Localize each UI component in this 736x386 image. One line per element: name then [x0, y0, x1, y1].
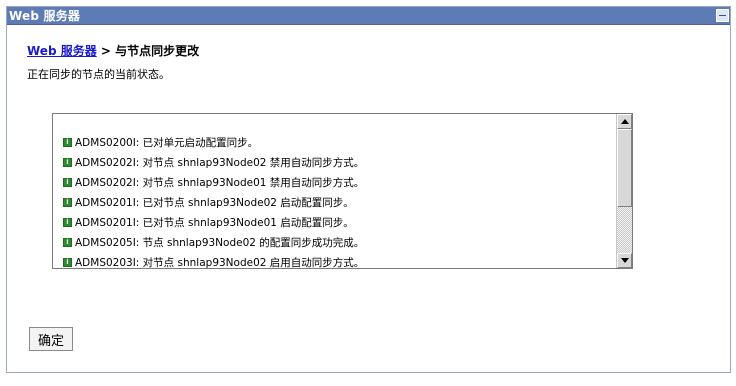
breadcrumb-current: 与节点同步更改 [115, 44, 200, 58]
sync-log-box[interactable]: i ADMS0200I: 已对单元启动配置同步。 i ADMS0202I: 对节点 … [52, 113, 633, 269]
scroll-up-icon[interactable] [617, 114, 632, 129]
info-icon: i [63, 197, 72, 207]
breadcrumb: Web 服务器 > 与节点同步更改 [27, 42, 199, 59]
minimize-icon[interactable] [716, 9, 729, 22]
log-entry: i ADMS0205I: 节点 shnlap93Node02 的配置同步成功完成。 [63, 232, 364, 252]
log-entry: i ADMS0202I: 对节点 shnlap93Node02 禁用自动同步方式。 [63, 152, 364, 172]
log-entry: i ADMS0203I: 对节点 shnlap93Node02 启用自动同步方式。 [63, 252, 365, 269]
info-icon: i [63, 217, 72, 227]
log-entry-text: ADMS0203I: 对节点 shnlap93Node02 启用自动同步方式。 [75, 256, 365, 269]
log-entry-text: ADMS0201I: 已对节点 shnlap93Node02 启动配置同步。 [75, 196, 354, 209]
ok-button[interactable]: 确定 [29, 327, 73, 351]
log-list: i ADMS0200I: 已对单元启动配置同步。 i ADMS0202I: 对节点 … [63, 132, 365, 269]
log-entry: i ADMS0201I: 已对节点 shnlap93Node01 启动配置同步。 [63, 212, 364, 232]
log-entry-text: ADMS0205I: 节点 shnlap93Node02 的配置同步成功完成。 [75, 236, 365, 249]
scroll-down-icon[interactable] [617, 253, 632, 268]
log-entry-text: ADMS0202I: 对节点 shnlap93Node01 禁用自动同步方式。 [75, 176, 365, 189]
info-icon: i [63, 257, 72, 267]
breadcrumb-separator: > [100, 44, 111, 58]
log-entry: i ADMS0200I: 已对单元启动配置同步。 [63, 132, 364, 152]
breadcrumb-link-web-server[interactable]: Web 服务器 [27, 44, 97, 58]
info-icon: i [63, 237, 72, 247]
scroll-thumb[interactable] [617, 129, 632, 207]
vertical-scrollbar[interactable] [616, 114, 632, 268]
portlet-panel: Web 服务器 Web 服务器 > 与节点同步更改 正在同步的节点的当前状态。 … [6, 6, 731, 373]
log-entry: i ADMS0201I: 已对节点 shnlap93Node02 启动配置同步。 [63, 192, 364, 212]
page-description: 正在同步的节点的当前状态。 [27, 68, 170, 81]
log-entry-text: ADMS0202I: 对节点 shnlap93Node02 禁用自动同步方式。 [75, 156, 365, 169]
panel-titlebar: Web 服务器 [7, 7, 730, 25]
log-entry-text: ADMS0200I: 已对单元启动配置同步。 [75, 136, 259, 149]
info-icon: i [63, 137, 72, 147]
info-icon: i [63, 177, 72, 187]
log-entry-text: ADMS0201I: 已对节点 shnlap93Node01 启动配置同步。 [75, 216, 354, 229]
panel-title: Web 服务器 [9, 9, 81, 23]
scroll-track[interactable] [617, 207, 632, 254]
log-entry: i ADMS0202I: 对节点 shnlap93Node01 禁用自动同步方式。 [63, 172, 364, 192]
info-icon: i [63, 157, 72, 167]
